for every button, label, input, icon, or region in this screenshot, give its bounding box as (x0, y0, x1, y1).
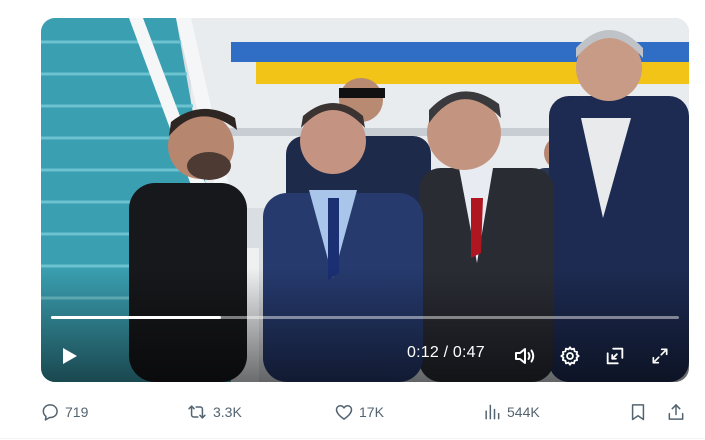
share-icon (668, 404, 684, 420)
divider (0, 438, 705, 439)
like-button[interactable]: 17K (334, 398, 384, 426)
views-count: 544K (507, 404, 540, 420)
share-button[interactable] (666, 398, 691, 426)
video-player[interactable]: 0:12 / 0:47 (41, 18, 689, 382)
fullscreen-button[interactable] (646, 342, 674, 370)
tweet-action-bar: 719 3.3K 17K 544K (36, 398, 690, 426)
like-count: 17K (359, 404, 384, 420)
bookmark-icon (631, 404, 645, 421)
video-frame (41, 18, 689, 382)
play-button[interactable] (55, 342, 83, 370)
bookmark-button[interactable] (628, 398, 653, 426)
play-icon (63, 348, 77, 364)
picture-in-picture-button[interactable] (601, 342, 629, 370)
reply-count: 719 (65, 404, 89, 420)
video-progress-fill (51, 316, 221, 319)
views-chart-icon (485, 404, 500, 420)
repost-count: 3.3K (213, 404, 242, 420)
video-time-total: 0:47 (452, 344, 485, 361)
fullscreen-icon (652, 348, 668, 364)
mute-button[interactable] (511, 342, 539, 370)
views-button[interactable]: 544K (482, 398, 540, 426)
picture-in-picture-icon (606, 347, 624, 365)
video-progress-bar[interactable] (51, 316, 679, 319)
tweet-media-section: { "video": { "progress_percent": 27, "ti… (0, 0, 705, 440)
video-time: 0:12 / 0:47 (407, 344, 485, 362)
volume-icon (515, 348, 535, 364)
gear-icon (560, 346, 580, 366)
reply-icon (42, 404, 58, 421)
video-time-current: 0:12 (407, 344, 439, 361)
repost-button[interactable]: 3.3K (186, 398, 242, 426)
heart-icon (335, 405, 353, 420)
video-time-separator: / (438, 344, 453, 361)
repost-icon (188, 405, 206, 419)
reply-button[interactable]: 719 (40, 398, 88, 426)
settings-button[interactable] (556, 342, 584, 370)
